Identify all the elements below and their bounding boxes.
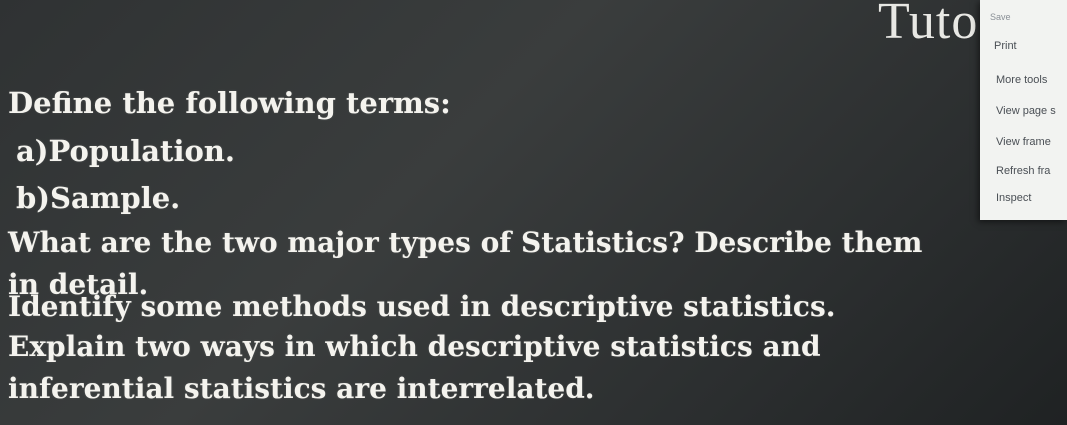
question-define-terms: Define the following terms: xyxy=(8,86,451,120)
question-descriptive-methods-line: Identify some methods used in descriptiv… xyxy=(8,290,836,323)
menu-item-print[interactable]: Print xyxy=(994,40,1067,52)
slide-title-fragment: Tuto xyxy=(878,0,979,50)
menu-item-refresh-frame[interactable]: Refresh fra xyxy=(996,165,1067,177)
menu-item-more-tools[interactable]: More tools xyxy=(996,74,1067,86)
question-item-population: a)Population. xyxy=(16,134,235,168)
menu-item-view-frame[interactable]: View frame xyxy=(996,136,1067,148)
question-interrelation: Explain two ways in which descriptive st… xyxy=(8,330,821,363)
question-interrelation-continued: inferential statistics are interrelated. xyxy=(8,372,595,405)
browser-context-menu: Save Print More tools View page s View f… xyxy=(980,0,1067,220)
menu-item-view-page-source[interactable]: View page s xyxy=(996,105,1067,117)
menu-item-inspect[interactable]: Inspect xyxy=(996,192,1067,204)
question-types-of-statistics: What are the two major types of Statisti… xyxy=(8,226,923,259)
question-item-sample: b)Sample. xyxy=(16,181,181,215)
menu-item-save[interactable]: Save xyxy=(990,12,1067,22)
